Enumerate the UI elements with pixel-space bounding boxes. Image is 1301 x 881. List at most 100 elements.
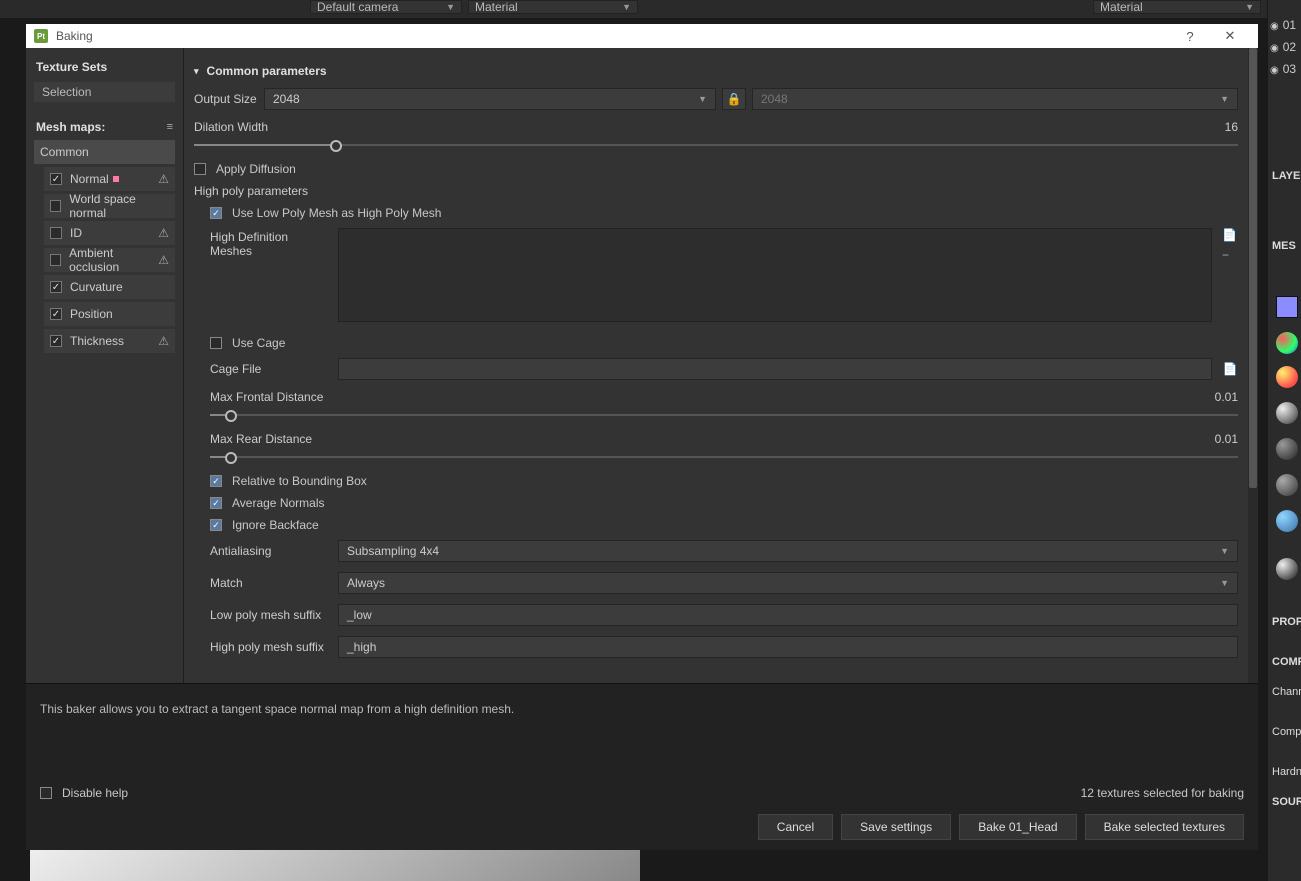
baker-description: This baker allows you to extract a tange… bbox=[40, 702, 1244, 716]
dilation-width-slider[interactable] bbox=[194, 138, 1238, 152]
relative-bbox-checkbox[interactable] bbox=[210, 475, 222, 487]
hd-meshes-list[interactable] bbox=[338, 228, 1212, 322]
low-suffix-label: Low poly mesh suffix bbox=[210, 608, 328, 622]
visibility-row-02[interactable]: 02 bbox=[1270, 40, 1296, 54]
cancel-button[interactable]: Cancel bbox=[758, 814, 833, 840]
mesh-panel-label: MES bbox=[1272, 240, 1296, 252]
max-frontal-value: 0.01 bbox=[1215, 390, 1238, 404]
visibility-row-03[interactable]: 03 bbox=[1270, 62, 1296, 76]
channel-ball-7[interactable] bbox=[1276, 558, 1298, 580]
channel-ball-4[interactable] bbox=[1276, 438, 1298, 460]
average-normals-label: Average Normals bbox=[232, 496, 324, 510]
common-params-header[interactable]: ▾ Common parameters bbox=[194, 58, 1238, 88]
lock-aspect-button[interactable]: 🔒 bbox=[722, 88, 746, 110]
eye-icon bbox=[1270, 62, 1279, 76]
selection-label: Selection bbox=[42, 85, 91, 99]
app-icon: Pt bbox=[34, 29, 48, 43]
max-frontal-label: Max Frontal Distance bbox=[210, 390, 323, 404]
warning-icon: ⚠ bbox=[158, 172, 169, 186]
mesh-map-common[interactable]: Common bbox=[34, 140, 175, 164]
checkbox-icon[interactable] bbox=[50, 281, 62, 293]
chevron-down-icon: ▼ bbox=[1220, 546, 1229, 556]
disable-help-checkbox[interactable] bbox=[40, 787, 52, 799]
output-size-secondary-dropdown[interactable]: 2048▼ bbox=[752, 88, 1238, 110]
browse-file-icon[interactable]: 📄 bbox=[1222, 362, 1238, 376]
mesh-maps-settings-icon[interactable]: ≡ bbox=[167, 121, 173, 133]
checkbox-icon[interactable] bbox=[50, 254, 61, 266]
comp-panel-label: COMP bbox=[1272, 656, 1301, 668]
dialog-footer: This baker allows you to extract a tange… bbox=[26, 683, 1258, 850]
high-suffix-input[interactable]: _high bbox=[338, 636, 1238, 658]
save-settings-button[interactable]: Save settings bbox=[841, 814, 951, 840]
checkbox-icon[interactable] bbox=[50, 200, 61, 212]
channel-ball-6[interactable] bbox=[1276, 510, 1298, 532]
left-panel: Texture Sets Selection Mesh maps: ≡ Comm… bbox=[26, 48, 184, 683]
close-button[interactable]: ✕ bbox=[1210, 28, 1250, 44]
mesh-map-thickness[interactable]: Thickness ⚠ bbox=[44, 329, 175, 353]
vertical-scrollbar[interactable] bbox=[1248, 48, 1258, 683]
cage-file-label: Cage File bbox=[210, 362, 328, 376]
viewport-preview bbox=[30, 850, 640, 881]
max-rear-label: Max Rear Distance bbox=[210, 432, 312, 446]
visibility-row-01[interactable]: 01 bbox=[1270, 18, 1296, 32]
channel-ball-5[interactable] bbox=[1276, 474, 1298, 496]
shading-right-dropdown[interactable]: Material ▼ bbox=[1093, 0, 1261, 14]
scrollbar-thumb[interactable] bbox=[1249, 48, 1257, 488]
camera-dropdown-label: Default camera bbox=[317, 0, 398, 14]
apply-diffusion-checkbox[interactable] bbox=[194, 163, 206, 175]
hd-meshes-label: High Definition Meshes bbox=[210, 228, 328, 322]
output-size-label: Output Size bbox=[194, 92, 264, 106]
texture-set-selection[interactable]: Selection bbox=[34, 82, 175, 102]
lock-icon: 🔒 bbox=[727, 92, 742, 106]
use-cage-label: Use Cage bbox=[232, 336, 285, 350]
antialiasing-dropdown[interactable]: Subsampling 4x4▼ bbox=[338, 540, 1238, 562]
apply-diffusion-label: Apply Diffusion bbox=[216, 162, 296, 176]
shading-left-dropdown[interactable]: Material▼ bbox=[468, 0, 638, 14]
channel-ball-2[interactable] bbox=[1276, 366, 1298, 388]
warning-icon: ⚠ bbox=[158, 334, 169, 348]
camera-dropdown[interactable]: Default camera▼ bbox=[310, 0, 462, 14]
max-frontal-slider[interactable] bbox=[210, 408, 1238, 422]
mesh-map-curvature[interactable]: Curvature bbox=[44, 275, 175, 299]
cage-file-input[interactable] bbox=[338, 358, 1212, 380]
max-rear-value: 0.01 bbox=[1215, 432, 1238, 446]
viewport-top-strip: Default camera▼ Material▼ Material▼ bbox=[0, 0, 1301, 18]
match-dropdown[interactable]: Always▼ bbox=[338, 572, 1238, 594]
checkbox-icon[interactable] bbox=[50, 308, 62, 320]
help-button[interactable]: ? bbox=[1170, 29, 1210, 44]
max-rear-slider[interactable] bbox=[210, 450, 1238, 464]
mesh-map-id[interactable]: ID ⚠ bbox=[44, 221, 175, 245]
channel-ball-1[interactable] bbox=[1276, 332, 1298, 354]
bake-set-button[interactable]: Bake 01_Head bbox=[959, 814, 1076, 840]
mesh-map-normal[interactable]: Normal ⚠ bbox=[44, 167, 175, 191]
high-poly-params-label: High poly parameters bbox=[194, 184, 1238, 198]
channel-ball-3[interactable] bbox=[1276, 402, 1298, 424]
match-label: Match bbox=[210, 576, 328, 590]
mesh-map-ambient-occlusion[interactable]: Ambient occlusion ⚠ bbox=[44, 248, 175, 272]
ignore-backface-checkbox[interactable] bbox=[210, 519, 222, 531]
checkbox-icon[interactable] bbox=[50, 173, 62, 185]
checkbox-icon[interactable] bbox=[50, 335, 62, 347]
chevron-down-icon: ▼ bbox=[1245, 2, 1254, 12]
texture-sets-header: Texture Sets bbox=[26, 56, 183, 82]
antialiasing-label: Antialiasing bbox=[210, 544, 328, 558]
checkbox-icon[interactable] bbox=[50, 227, 62, 239]
baking-dialog: Pt Baking ? ✕ Texture Sets Selection Mes… bbox=[26, 24, 1258, 850]
average-normals-checkbox[interactable] bbox=[210, 497, 222, 509]
chevron-down-icon: ▾ bbox=[194, 66, 199, 77]
low-suffix-input[interactable]: _low bbox=[338, 604, 1238, 626]
params-scroll[interactable]: ▾ Common parameters Output Size 2048▼ 🔒 … bbox=[184, 48, 1258, 683]
bake-selected-button[interactable]: Bake selected textures bbox=[1085, 814, 1244, 840]
use-low-as-high-checkbox[interactable] bbox=[210, 207, 222, 219]
use-cage-checkbox[interactable] bbox=[210, 337, 222, 349]
add-file-icon[interactable]: 📄 bbox=[1222, 228, 1238, 242]
output-size-dropdown[interactable]: 2048▼ bbox=[264, 88, 716, 110]
mesh-map-world-space-normal[interactable]: World space normal bbox=[44, 194, 175, 218]
high-suffix-label: High poly mesh suffix bbox=[210, 640, 328, 654]
mesh-map-position[interactable]: Position bbox=[44, 302, 175, 326]
mesh-maps-header: Mesh maps: bbox=[36, 120, 105, 134]
shading-right-label: Material bbox=[1100, 0, 1143, 14]
dilation-width-value: 16 bbox=[1225, 120, 1238, 134]
remove-file-icon[interactable]: − bbox=[1222, 248, 1238, 262]
channel-swatch-normal[interactable] bbox=[1276, 296, 1298, 318]
